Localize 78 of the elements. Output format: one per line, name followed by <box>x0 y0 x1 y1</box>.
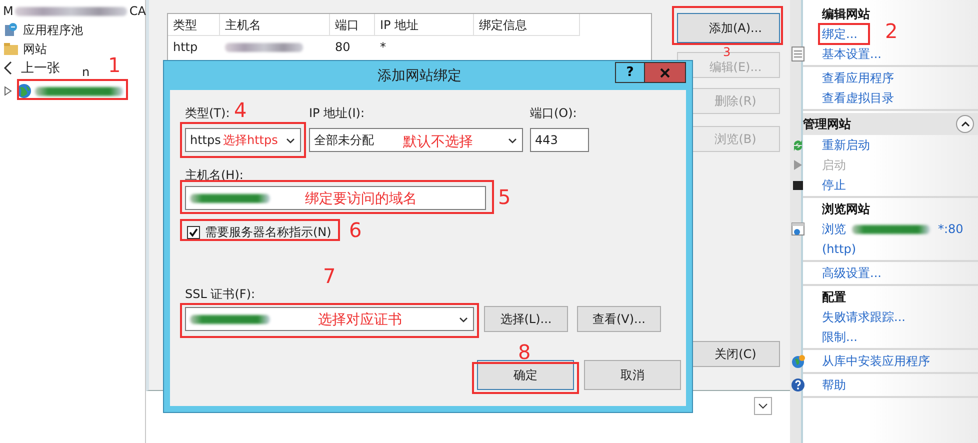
chevron-down-icon <box>458 314 469 324</box>
field-label: 主机名(H): <box>185 167 244 184</box>
chevron-down-icon <box>507 136 518 144</box>
folder-icon <box>3 41 19 57</box>
step-number: 7 <box>323 266 336 286</box>
column-header[interactable]: 类型 <box>168 14 220 36</box>
globe-icon <box>16 83 32 99</box>
previous-link[interactable]: 上一张 <box>21 59 60 77</box>
action-link[interactable]: 停止 <box>822 176 846 194</box>
dialog-button[interactable]: 添加(A)... <box>677 13 780 43</box>
tree-header-text: CA <box>129 4 146 18</box>
check-icon <box>189 228 198 237</box>
host-name-field[interactable] <box>185 186 486 210</box>
action-link[interactable]: 从库中安装应用程序 <box>822 352 930 370</box>
action-link[interactable]: 失败请求跟踪... <box>822 308 906 326</box>
action-link[interactable]: 帮助 <box>822 376 846 394</box>
field-label: 端口(O): <box>530 105 577 122</box>
certificate-select[interactable] <box>185 307 474 331</box>
close-icon <box>660 68 670 78</box>
field-label: 类型(T): <box>185 105 230 122</box>
help-button[interactable]: ? <box>615 62 645 83</box>
select-button[interactable]: 选择(L)... <box>484 306 568 332</box>
table-cell-text: * <box>379 39 387 56</box>
action-link[interactable]: 浏览 <box>822 220 846 238</box>
highlight-box <box>818 23 870 45</box>
step-number: 8 <box>518 342 531 362</box>
action-link-text: (http) <box>822 242 856 256</box>
action-link[interactable]: 绑定... <box>822 26 858 42</box>
annotation-note: 绑定要访问的域名 <box>305 192 417 206</box>
annotation-note: 选择对应证书 <box>318 313 402 327</box>
tree-item[interactable]: 网站 <box>23 40 47 58</box>
table-cell-text: http <box>172 39 199 56</box>
stray-text: n <box>82 65 90 79</box>
group-header: 管理网站 <box>803 113 978 135</box>
dialog-title: 添加网站绑定 <box>376 66 462 84</box>
chevron-left-icon <box>3 60 13 76</box>
action-link-text: *:80 <box>938 222 964 236</box>
column-header[interactable]: 主机名 <box>220 14 330 36</box>
cancel-button[interactable]: 取消 <box>584 360 681 390</box>
dropdown-icon <box>754 397 772 415</box>
column-header[interactable]: IP 地址 <box>375 14 474 36</box>
view-button[interactable]: 查看(V)... <box>577 306 661 332</box>
checkbox[interactable] <box>187 226 200 239</box>
column-header[interactable]: 端口 <box>330 14 375 36</box>
expander-icon[interactable] <box>3 85 13 97</box>
field-label: SSL 证书(F): <box>185 286 256 303</box>
chevron-up-icon <box>960 121 970 127</box>
step-number: 2 <box>885 21 898 41</box>
annotation-note: 默认不选择 <box>403 135 473 149</box>
annotation-note: 选择https <box>223 134 278 146</box>
port-field[interactable]: 443 <box>530 128 589 152</box>
tree-header-text: M <box>3 4 14 18</box>
chevron-down-icon <box>285 136 296 144</box>
step-number: 1 <box>108 55 121 75</box>
close-button[interactable] <box>645 62 686 83</box>
tree-item[interactable]: 应用程序池 <box>23 22 83 38</box>
app-pool-icon <box>3 22 19 38</box>
section-heading: 配置 <box>821 288 847 306</box>
action-link[interactable]: 查看应用程序 <box>822 70 894 86</box>
checkbox-label[interactable]: 需要服务器名称指示(N) <box>205 224 332 241</box>
action-link[interactable]: 查看虚拟目录 <box>822 90 894 106</box>
step-number: 4 <box>234 100 247 120</box>
step-number: 6 <box>349 220 362 240</box>
table-cell-text: 80 <box>334 39 352 56</box>
action-link[interactable]: 基本设置... <box>822 46 882 62</box>
install-icon <box>791 353 805 369</box>
action-link[interactable]: 重新启动 <box>822 136 870 154</box>
action-link[interactable]: 高级设置... <box>822 264 882 282</box>
collapse-button[interactable] <box>956 115 974 133</box>
step-number: 5 <box>498 187 511 207</box>
field-label: IP 地址(I): <box>309 105 365 122</box>
action-link[interactable]: 限制... <box>822 328 858 346</box>
section-heading: 浏览网站 <box>821 200 871 218</box>
browser-icon <box>791 221 805 237</box>
ok-button[interactable]: 确定 <box>477 360 574 390</box>
help-icon <box>791 377 805 393</box>
column-header[interactable]: 绑定信息 <box>474 14 580 36</box>
section-heading: 编辑网站 <box>820 6 871 22</box>
